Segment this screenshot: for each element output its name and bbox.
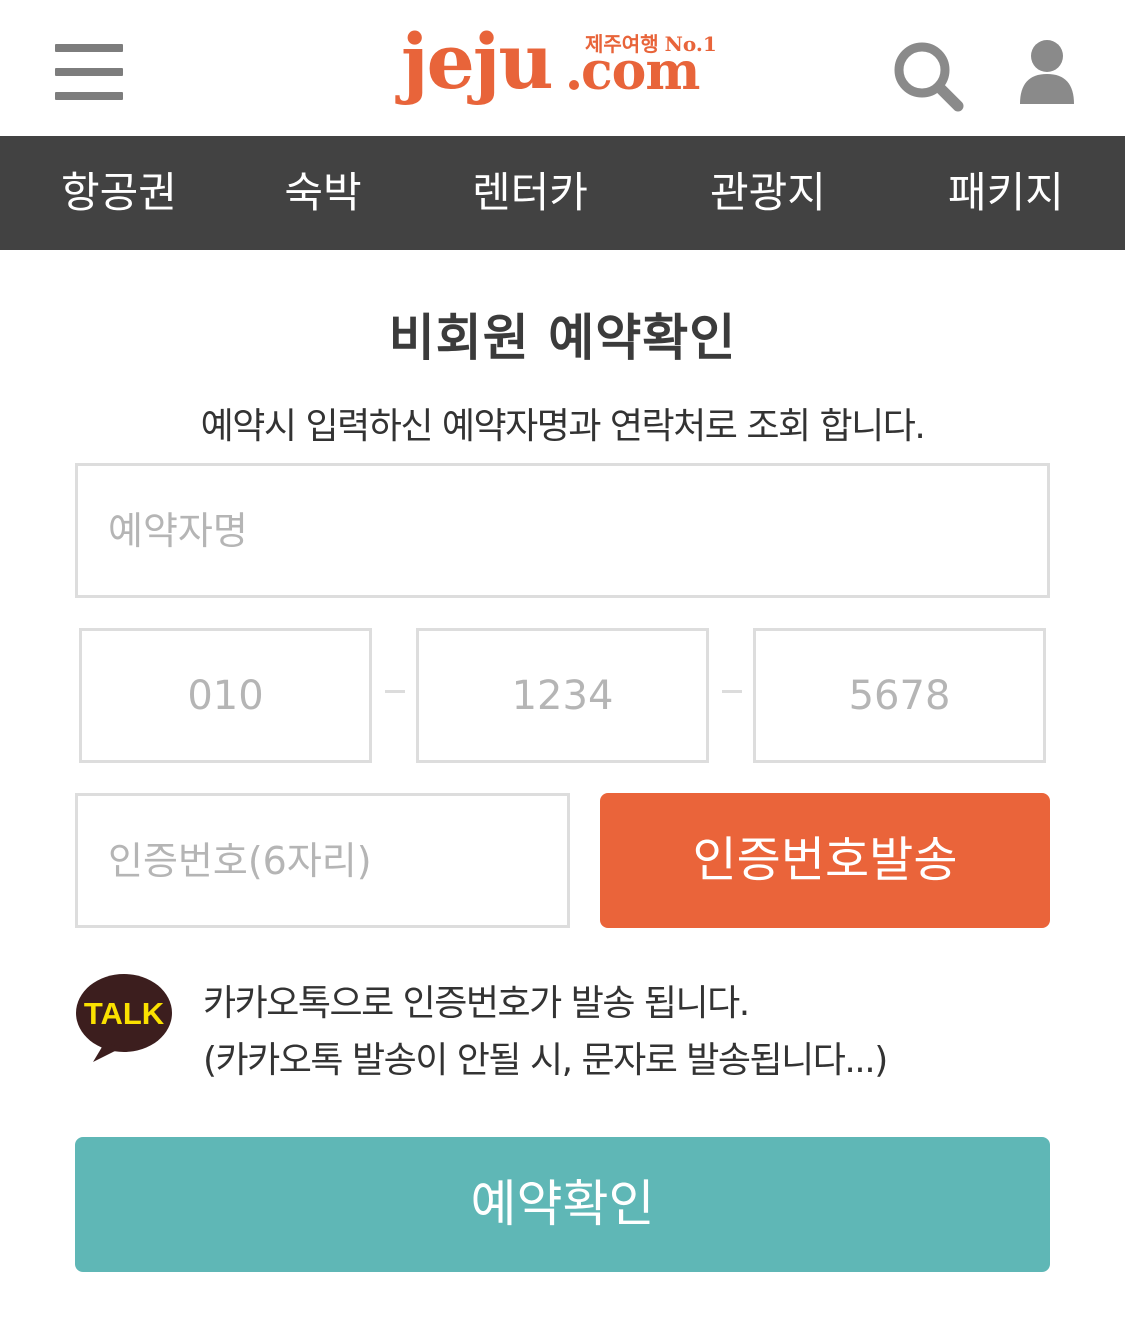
hamburger-menu-icon[interactable] — [55, 44, 123, 100]
nav-item-packages[interactable]: 패키지 — [944, 136, 1068, 250]
category-nav: 항공권 숙박 렌터카 관광지 패키지 — [0, 136, 1125, 250]
reserver-name-input[interactable] — [78, 466, 1047, 595]
kakao-badge-text: TALK — [84, 996, 165, 1031]
phone-separator-dash — [722, 690, 742, 693]
verification-code-input[interactable] — [78, 796, 567, 925]
nav-item-flights[interactable]: 항공권 — [58, 136, 180, 250]
phone-part1-input[interactable] — [82, 631, 369, 760]
logo-tagline: 제주여행 No.1 — [585, 34, 717, 54]
phone-part1-field — [79, 628, 372, 763]
reservation-confirm-button[interactable]: 예약확인 — [75, 1137, 1050, 1272]
phone-part3-field — [753, 628, 1046, 763]
nav-item-attractions[interactable]: 관광지 — [706, 136, 830, 250]
kakao-notice-line1: 카카오톡으로 인증번호가 발송 됩니다. — [203, 983, 750, 1024]
jeju-com-logo[interactable]: jeju com 제주여행 No.1 — [395, 22, 735, 122]
kakao-notice-line2: (카카오톡 발송이 안될 시, 문자로 발송됩니다...) — [203, 1040, 888, 1081]
send-code-button[interactable]: 인증번호발송 — [600, 793, 1050, 928]
reserver-name-field — [75, 463, 1050, 598]
kakaotalk-icon: TALK — [75, 970, 175, 1065]
phone-separator-dash — [385, 690, 405, 693]
logo-tagline-text: 제주여행 — [585, 32, 659, 56]
nav-item-rentcar[interactable]: 렌터카 — [468, 136, 592, 250]
nav-item-lodging[interactable]: 숙박 — [282, 136, 364, 250]
search-icon[interactable] — [890, 38, 966, 114]
page-description: 예약시 입력하신 예약자명과 연락처로 조회 합니다. — [200, 406, 926, 447]
logo-main-text: jeju — [401, 17, 554, 106]
phone-part2-field — [416, 628, 709, 763]
logo-rank: No.1 — [664, 32, 717, 56]
user-icon[interactable] — [1018, 38, 1076, 108]
phone-part2-input[interactable] — [419, 631, 706, 760]
phone-part3-input[interactable] — [756, 631, 1043, 760]
page-title: 비회원 예약확인 — [388, 309, 737, 367]
app-header: jeju com 제주여행 No.1 — [0, 0, 1125, 136]
logo-dot — [569, 80, 579, 90]
kakao-notice: 카카오톡으로 인증번호가 발송 됩니다. (카카오톡 발송이 안될 시, 문자로… — [203, 975, 888, 1089]
verification-code-field — [75, 793, 570, 928]
